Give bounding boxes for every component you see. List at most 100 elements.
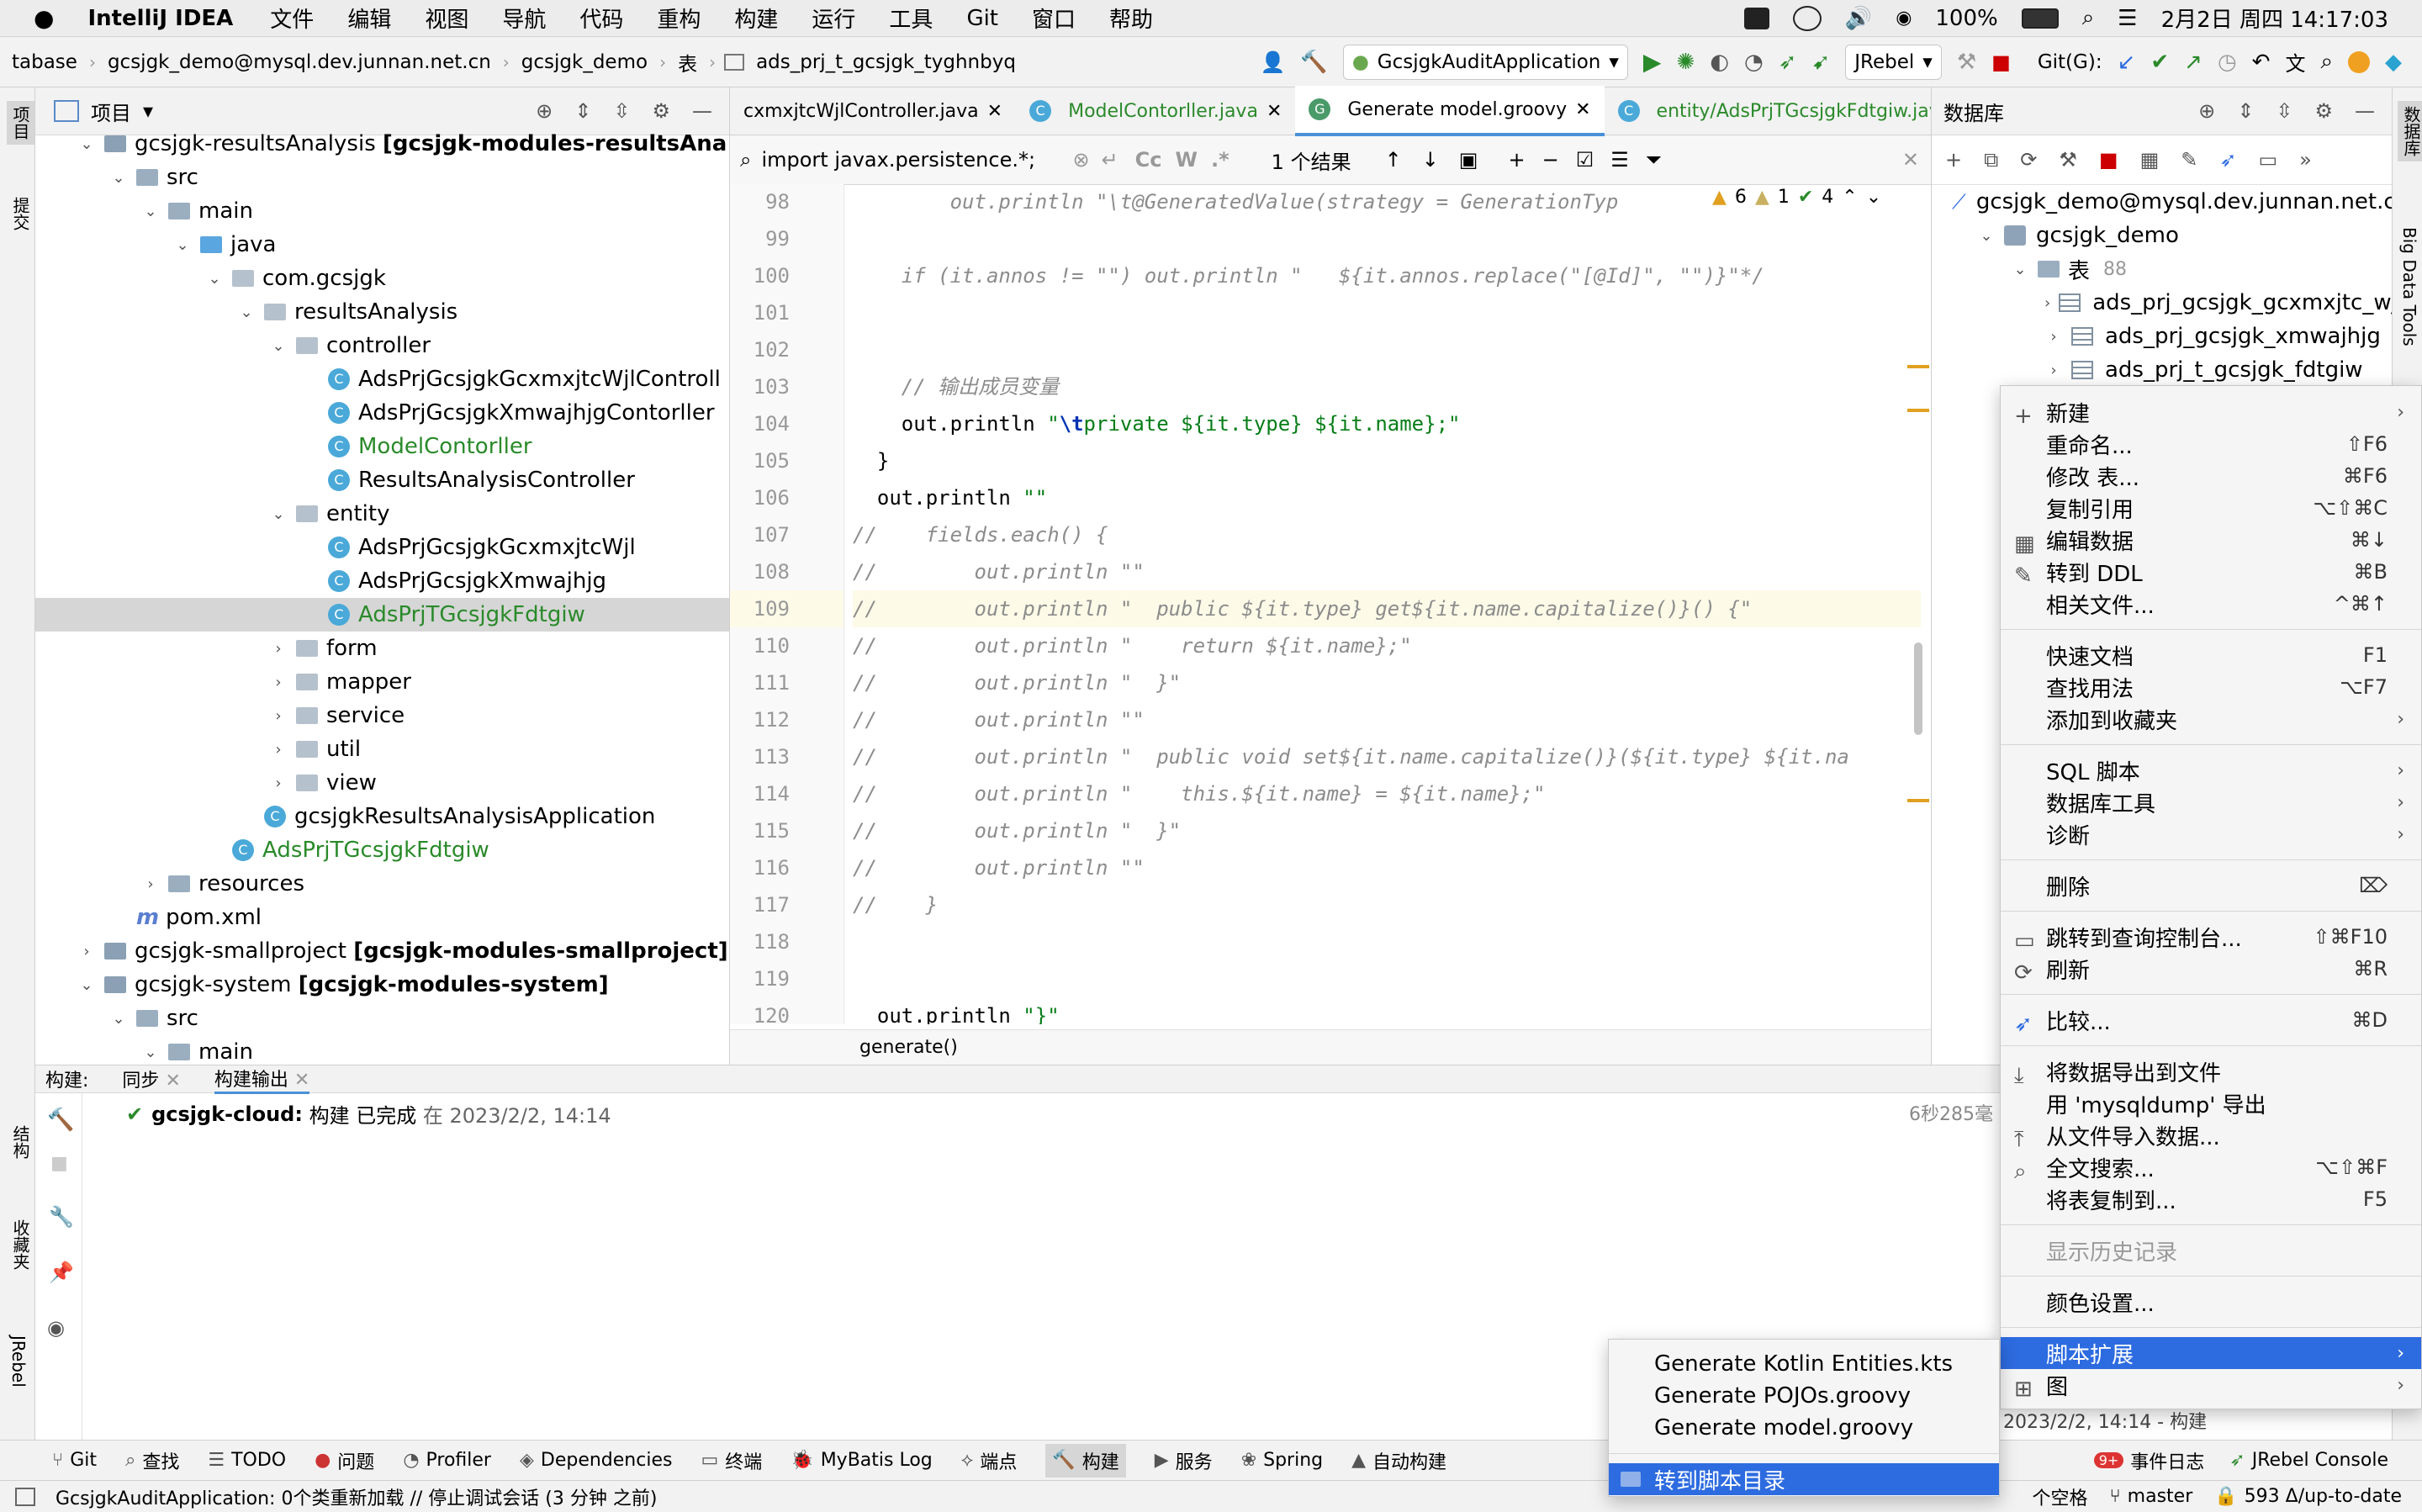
chevron-right-icon[interactable]: › <box>141 875 160 893</box>
tool-window-12[interactable]: ▲ 自动构建 <box>1351 1447 1446 1474</box>
tree-row[interactable]: › mapper <box>35 665 729 699</box>
tool-window-9[interactable]: 🔨 构建 <box>1045 1443 1126 1478</box>
tool-window-2[interactable]: ☰ TODO <box>208 1450 286 1471</box>
warning-stripe[interactable] <box>1907 365 1929 368</box>
build-hammer-icon[interactable]: 🔨 <box>47 1108 74 1133</box>
locate-icon[interactable]: ⊕ <box>2198 99 2215 123</box>
breadcrumb-item[interactable]: gcsjgk_demo@mysql.dev.junnan.net.cn <box>108 51 491 73</box>
git-update-icon[interactable]: ↙ <box>2118 50 2136 75</box>
big-data-tools-tab[interactable]: Big Data Tools <box>2398 222 2421 352</box>
menu-item[interactable]: 导航 <box>502 3 546 34</box>
menu-item[interactable]: 视图 <box>425 3 468 34</box>
code-line[interactable]: // out.println " }" <box>853 812 1921 849</box>
tree-row[interactable]: ⌄ entity <box>35 497 729 531</box>
chevron-right-icon[interactable]: › <box>269 674 288 691</box>
next-match-icon[interactable]: ↓ <box>1422 148 1439 172</box>
profile-icon[interactable]: ◔ <box>1744 50 1764 75</box>
breadcrumb-item[interactable]: 表 <box>678 48 697 77</box>
tree-row[interactable]: ⌄ main <box>35 194 729 228</box>
context-menu-item[interactable]: ⤓ 将数据导出到文件 <box>2001 1055 2421 1089</box>
prev-problem-icon[interactable]: ⌃ <box>1842 187 1857 208</box>
code-area[interactable]: out.println "\t@GeneratedValue(strategy … <box>853 183 1921 1024</box>
close-icon[interactable]: ✕ <box>1575 99 1590 120</box>
tree-row[interactable]: CgcsjgkResultsAnalysisApplication <box>35 800 729 833</box>
jrebel-tool-tab[interactable]: JRebel <box>7 1330 30 1393</box>
tool-window-4[interactable]: ◔ Profiler <box>403 1450 491 1471</box>
context-menu-item[interactable]: 颜色设置... <box>2001 1286 2421 1318</box>
chevron-down-icon[interactable]: ⌄ <box>173 236 192 254</box>
tree-row[interactable]: C ResultsAnalysisController <box>35 463 729 497</box>
new-line-icon[interactable]: ↵ <box>1102 148 1118 172</box>
submenu-item[interactable]: Generate POJOs.groovy <box>1609 1380 1999 1412</box>
close-icon[interactable]: ✕ <box>987 101 1002 122</box>
gear-icon[interactable]: ⚙ <box>2314 99 2333 123</box>
gear-icon[interactable]: ⚙ <box>652 99 670 123</box>
jrebel-debug-icon[interactable]: ➹ <box>1811 50 1830 75</box>
chevron-right-icon[interactable]: › <box>269 741 288 759</box>
menu-item[interactable]: 编辑 <box>347 3 391 34</box>
context-menu-item[interactable]: 脚本扩展 › <box>2001 1337 2421 1369</box>
tree-row[interactable]: › ads_prj_gcsjgk_gcxmxjtc_wjl <box>1932 286 2403 320</box>
run-config-select[interactable]: ● GcsjgkAuditApplication ▾ <box>1342 44 1628 80</box>
app-name[interactable]: IntelliJ IDEA <box>87 6 233 31</box>
git-commit-icon[interactable]: ✔ <box>2150 50 2169 75</box>
code-line[interactable]: // out.println " public void set${it.nam… <box>853 738 1921 775</box>
whole-word-toggle[interactable]: W <box>1176 148 1198 172</box>
stop-icon[interactable]: ■ <box>2099 148 2118 172</box>
go-to-scripts-directory[interactable]: 转到脚本目录 <box>1609 1463 1999 1495</box>
locate-icon[interactable]: ⊕ <box>536 99 553 123</box>
code-line[interactable]: // out.println " public ${it.type} get${… <box>853 590 1921 627</box>
code-line[interactable]: out.println "\tprivate ${it.type} ${it.n… <box>853 405 1921 442</box>
chevron-down-icon[interactable]: ⌄ <box>141 1044 160 1061</box>
search-everywhere-icon[interactable]: ⌕ <box>2320 49 2333 75</box>
chevron-right-icon[interactable]: › <box>2044 362 2063 379</box>
match-case-toggle[interactable]: Cc <box>1135 148 1162 172</box>
jump-icon[interactable]: ➶ <box>2219 148 2236 172</box>
code-line[interactable]: // out.println " this.${it.name} = ${it.… <box>853 775 1921 812</box>
warning-stripe[interactable] <box>1907 799 1929 802</box>
context-menu-item[interactable]: SQL 脚本 › <box>2001 754 2421 786</box>
history-icon[interactable]: ◷ <box>2218 50 2237 75</box>
code-line[interactable]: if (it.annos != "") out.println " ${it.a… <box>853 257 1921 294</box>
tree-row[interactable]: C AdsPrjTGcsjgkFdtgiw <box>35 833 729 867</box>
context-menu-item[interactable]: 快速文档 F1 <box>2001 639 2421 671</box>
expand-all-icon[interactable]: ⇕ <box>574 99 591 123</box>
scrollbar-thumb[interactable] <box>1914 642 1922 735</box>
tree-row[interactable]: ⌄ 表 88 <box>1932 252 2392 286</box>
indent-setting[interactable]: 个空格 <box>2032 1483 2087 1510</box>
minimize-icon[interactable]: — <box>2355 99 2375 123</box>
code-line[interactable]: // fields.each() { <box>853 516 1921 553</box>
collapse-all-icon[interactable]: ⇳ <box>613 99 630 123</box>
filter-options-icon[interactable]: ☰ <box>1610 148 1629 172</box>
tree-row[interactable]: ⌄ controller <box>35 329 729 362</box>
chevron-right-icon[interactable]: › <box>77 943 96 960</box>
code-line[interactable]: // out.println "" <box>853 849 1921 886</box>
wifi-icon[interactable]: ◉ <box>1896 8 1912 29</box>
tree-row[interactable]: › ads_prj_gcsjgk_xmwajhjg <box>1932 320 2392 353</box>
tool-window-1[interactable]: ⌕ 查找 <box>125 1447 179 1474</box>
code-line[interactable]: // } <box>853 886 1921 923</box>
context-menu-item[interactable]: 添加到收藏夹 › <box>2001 703 2421 735</box>
hammer-gray-icon[interactable]: ⚒ <box>1957 50 1976 75</box>
code-line[interactable]: // out.println " }" <box>853 664 1921 701</box>
menu-item[interactable]: 运行 <box>812 3 855 34</box>
tree-row[interactable]: › gcsjgk-smallproject [gcsjgk-modules-sma… <box>35 934 729 968</box>
stop-icon[interactable]: ■ <box>50 1153 68 1174</box>
jrebel-run-icon[interactable]: ➶ <box>1779 50 1797 75</box>
logo-icon[interactable]: ◆ <box>2385 50 2402 75</box>
debug-icon[interactable]: ✺ <box>1676 50 1695 75</box>
chevron-down-icon[interactable]: ⌄ <box>77 135 96 153</box>
chevron-right-icon[interactable]: › <box>269 775 288 792</box>
tool-window-8[interactable]: ⟡ 端点 <box>961 1447 1018 1474</box>
user-icon[interactable]: 👤 <box>1260 50 1285 74</box>
submenu-item[interactable]: Generate model.groovy <box>1609 1412 1999 1444</box>
code-line[interactable] <box>853 331 1921 368</box>
build-hammer-icon[interactable]: 🔨 <box>1300 50 1327 75</box>
chevron-down-icon[interactable]: ⌄ <box>269 505 288 523</box>
close-icon[interactable]: ✕ <box>1267 101 1282 122</box>
battery-icon[interactable] <box>2021 8 2059 29</box>
chevron-down-icon[interactable]: ⌄ <box>1977 227 1996 245</box>
tree-row[interactable]: ⌄ java <box>35 228 729 262</box>
warning-stripe[interactable] <box>1907 409 1929 412</box>
collapse-all-icon[interactable]: ⇳ <box>2276 99 2292 123</box>
